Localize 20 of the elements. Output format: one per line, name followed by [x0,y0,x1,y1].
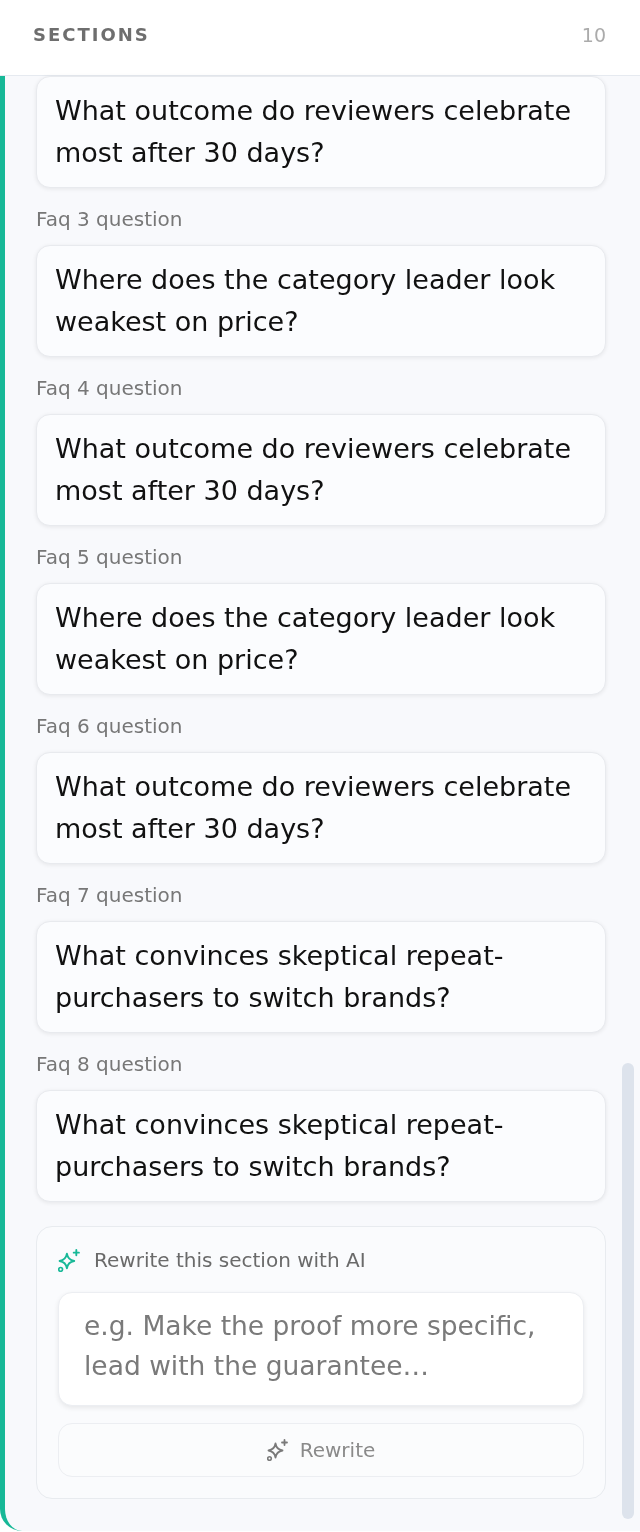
question-label: Faq 3 question [36,206,184,232]
sections-title: SECTIONS [33,24,150,45]
sparkle-icon [266,1439,288,1461]
question-field[interactable]: What outcome do reviewers celebrate most after 30 days? [36,414,606,526]
question-label: Faq 5 question [36,544,184,570]
question-label: Faq 6 question [36,713,184,739]
sparkle-icon [58,1248,80,1272]
question-field[interactable]: What outcome do reviewers celebrate most after 30 days? [36,752,606,864]
question-label: Faq 4 question [36,375,184,401]
question-field[interactable]: What convinces skeptical repeat-purchasers to switch brands? [36,1090,606,1202]
question-field[interactable]: What convinces skeptical repeat-purchasers to switch brands? [36,921,606,1033]
question-field[interactable]: What outcome do reviewers celebrate most after 30 days? [36,76,606,188]
question-label: Faq 7 question [36,882,184,908]
question-label: Faq 8 question [36,1051,184,1077]
question-field[interactable]: Where does the category leader look weakest on price? [36,583,606,695]
scrollbar-thumb[interactable] [622,1063,634,1519]
sections-count: 10 [581,23,606,46]
question-field[interactable]: Where does the category leader look weakest on price? [36,245,606,357]
ai-rewrite-title: Rewrite this section with AI [94,1248,366,1272]
prompt-field[interactable]: e.g. Make the proof more specific, lead with the guarantee… [58,1292,584,1406]
